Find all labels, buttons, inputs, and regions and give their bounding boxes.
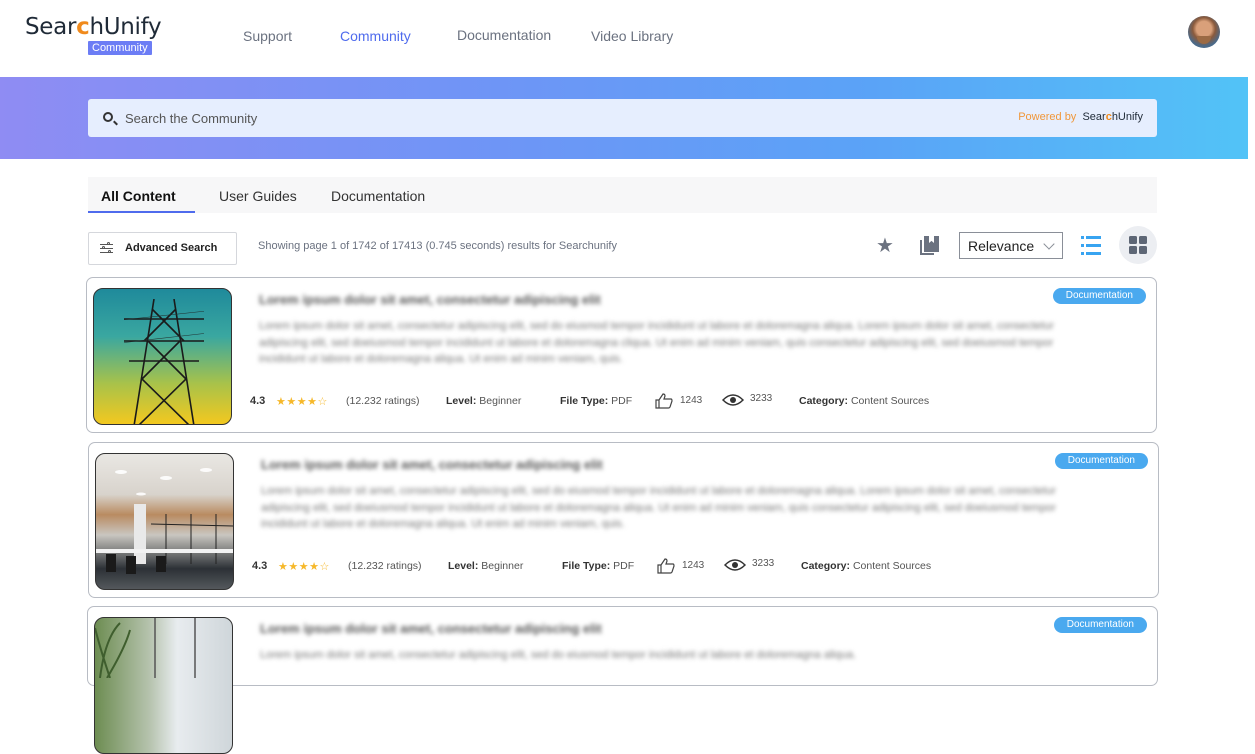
star-rating-icon: ★★★★☆ — [278, 561, 330, 573]
doc-type-badge[interactable]: Documentation — [1054, 453, 1148, 469]
searchunify-logo[interactable]: SearchUnify Community — [25, 14, 185, 60]
office-interior-graphic — [96, 468, 233, 574]
ratings-count: (12.232 ratings) — [348, 560, 422, 572]
likes-count: 1243 — [682, 560, 705, 571]
file-type: File Type: PDF — [560, 395, 633, 407]
tab-all-content[interactable]: All Content — [101, 188, 176, 204]
nav-documentation[interactable]: Documentation — [457, 27, 551, 43]
thumbs-up-icon[interactable] — [657, 558, 675, 574]
views-count: 3233 — [752, 558, 775, 569]
community-badge: Community — [88, 41, 152, 55]
grid-view-icon[interactable] — [1119, 226, 1157, 264]
result-title[interactable]: Lorem ipsum dolor sit amet, consectetur … — [261, 457, 603, 472]
likes-count: 1243 — [680, 395, 703, 406]
level: Level: Beginner — [446, 395, 522, 407]
star-icon[interactable]: ★ — [876, 236, 894, 256]
level: Level: Beginner — [448, 560, 524, 572]
eye-icon — [722, 394, 744, 406]
result-title[interactable]: Lorem ipsum dolor sit amet, consectetur … — [260, 621, 602, 636]
doc-type-badge[interactable]: Documentation — [1053, 617, 1147, 633]
search-banner: Powered by SearchUnify — [0, 77, 1248, 159]
rating-value: 4.3 — [252, 560, 268, 572]
eye-icon — [724, 559, 746, 571]
plant-window-image — [94, 617, 233, 754]
powered-brand-logo: SearchUnify — [1082, 111, 1143, 123]
advanced-search-button[interactable]: Advanced Search — [88, 232, 237, 265]
search-icon[interactable] — [103, 112, 113, 122]
sliders-icon — [100, 242, 113, 254]
nav-support[interactable]: Support — [243, 28, 292, 44]
power-tower-image — [93, 288, 232, 425]
power-tower-graphic — [124, 299, 204, 424]
result-description: Lorem ipsum dolor sit amet, consectetur … — [259, 320, 1054, 365]
powered-by: Powered by SearchUnify — [1018, 111, 1143, 123]
nav-community[interactable]: Community — [340, 28, 411, 44]
category: Category: Content Sources — [801, 560, 932, 572]
result-summary: Showing page 1 of 1742 of 17413 (0.745 s… — [258, 240, 617, 252]
sort-select[interactable]: Relevance — [959, 232, 1063, 259]
result-card[interactable]: Documentation Lorem ipsum dolor sit amet… — [87, 606, 1158, 754]
search-bar: Powered by SearchUnify — [88, 99, 1157, 137]
avatar[interactable] — [1188, 16, 1220, 48]
search-input[interactable] — [125, 107, 825, 129]
active-tab-indicator — [88, 211, 195, 213]
result-description: Lorem ipsum dolor sit amet, consectetur … — [261, 485, 1056, 530]
category: Category: Content Sources — [799, 395, 930, 407]
rating-value: 4.3 — [250, 395, 266, 407]
saved-bookmarks-icon[interactable] — [920, 236, 940, 256]
doc-type-badge[interactable]: Documentation — [1052, 288, 1146, 304]
office-interior-image — [95, 453, 234, 590]
views-count: 3233 — [750, 393, 773, 404]
list-view-icon[interactable] — [1081, 236, 1101, 255]
chevron-down-icon — [1043, 238, 1055, 250]
star-rating-icon: ★★★★☆ — [276, 396, 328, 408]
thumbs-up-icon[interactable] — [655, 393, 673, 409]
tab-documentation[interactable]: Documentation — [331, 188, 425, 204]
file-type: File Type: PDF — [562, 560, 635, 572]
result-description: Lorem ipsum dolor sit amet, consectetur … — [260, 649, 857, 661]
ratings-count: (12.232 ratings) — [346, 395, 420, 407]
top-header: SearchUnify Community Support Community … — [0, 0, 1255, 77]
result-card[interactable]: Documentation Lorem ipsum dolor sit amet… — [88, 442, 1159, 598]
content-tabs: All Content User Guides Documentation — [88, 177, 1157, 213]
nav-video-library[interactable]: Video Library — [591, 28, 673, 44]
tab-user-guides[interactable]: User Guides — [219, 188, 297, 204]
plant-window-graphic — [95, 618, 196, 678]
result-title[interactable]: Lorem ipsum dolor sit amet, consectetur … — [259, 292, 601, 307]
result-card[interactable]: Documentation Lorem ipsum dolor sit amet… — [86, 277, 1157, 433]
